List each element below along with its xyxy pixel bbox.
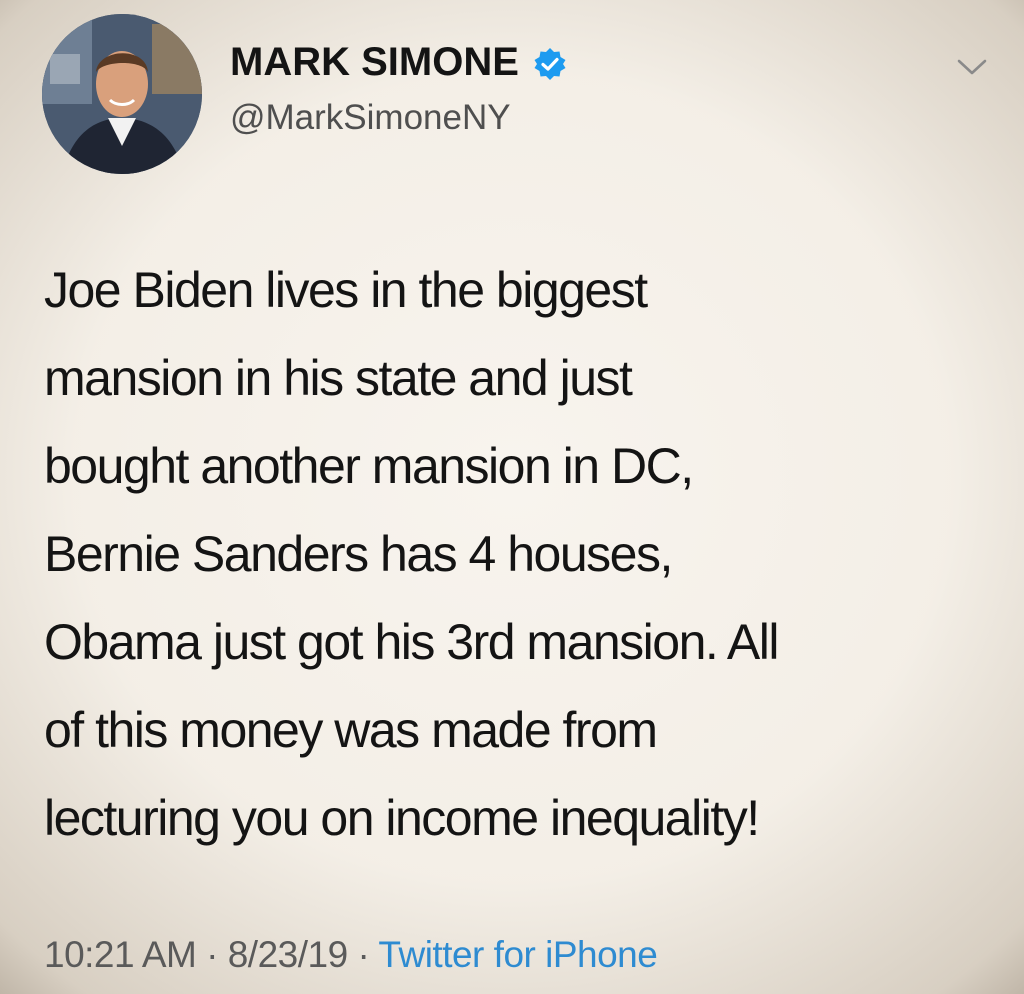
tweet-date[interactable]: 8/23/19 <box>228 934 348 975</box>
tweet-text: Joe Biden lives in the biggest mansion i… <box>44 246 994 862</box>
verified-badge-icon <box>533 46 567 80</box>
display-name[interactable]: MARK SIMONE <box>230 40 567 85</box>
tweet-card: MARK SIMONE @MarkSimoneNY Joe Biden live… <box>0 0 1024 994</box>
display-name-text[interactable]: MARK SIMONE <box>230 40 519 85</box>
tweet-line: Joe Biden lives in the biggest <box>44 262 648 318</box>
user-handle[interactable]: @MarkSimoneNY <box>230 98 511 138</box>
tweet-line: Bernie Sanders has 4 houses, <box>44 526 673 582</box>
chevron-down-icon[interactable] <box>956 54 988 80</box>
tweet-source[interactable]: Twitter for iPhone <box>378 934 657 975</box>
avatar[interactable] <box>42 14 202 174</box>
tweet-line: lecturing you on income inequality! <box>44 790 760 846</box>
tweet-line: bought another mansion in DC, <box>44 438 694 494</box>
tweet-line: Obama just got his 3rd mansion. All <box>44 614 780 670</box>
tweet-line: mansion in his state and just <box>44 350 633 406</box>
meta-separator: · <box>357 934 370 975</box>
tweet-meta: 10:21 AM · 8/23/19 · Twitter for iPhone <box>44 934 658 976</box>
meta-separator: · <box>206 934 218 975</box>
tweet-line: of this money was made from <box>44 702 658 758</box>
tweet-time[interactable]: 10:21 AM <box>44 934 197 975</box>
